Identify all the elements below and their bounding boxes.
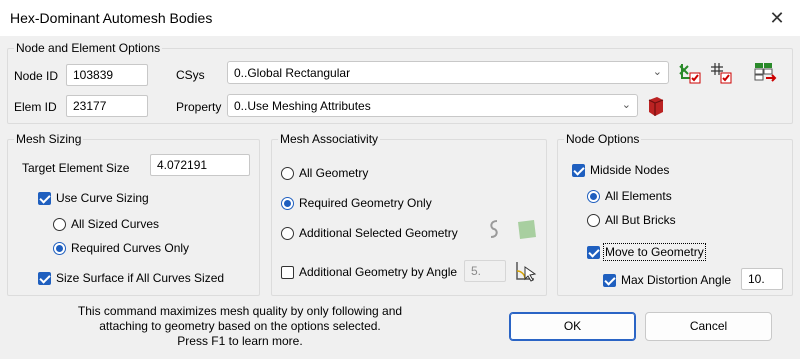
all-but-bricks-radio[interactable]: All But Bricks [587,213,676,227]
all-sized-curves-label: All Sized Curves [71,217,160,231]
checkbox-box [38,191,51,205]
target-element-size-field[interactable]: 4.072191 [150,154,250,176]
required-curves-only-radio[interactable]: Required Curves Only [53,241,189,255]
all-elements-radio[interactable]: All Elements [587,189,672,203]
close-icon[interactable]: ✕ [754,0,800,36]
radio-dot [281,166,294,180]
property-solid-icon[interactable] [643,94,667,118]
property-select[interactable]: 0..Use Meshing Attributes ⌄ [227,94,638,117]
checkbox-box [587,245,600,259]
max-distortion-angle-label: Max Distortion Angle [621,273,732,287]
property-value: 0..Use Meshing Attributes [234,99,371,113]
checkbox-box [603,273,616,287]
csys-value: 0..Global Rectangular [234,66,351,80]
size-surface-checkbox[interactable]: Size Surface if All Curves Sized [38,271,224,285]
additional-selected-geometry-label: Additional Selected Geometry [299,226,458,240]
all-geometry-label: All Geometry [299,166,369,180]
radio-dot [281,196,294,210]
csys-select[interactable]: 0..Global Rectangular ⌄ [227,61,669,84]
group-label: Mesh Sizing [14,132,84,146]
dialog-body: Node and Element Options Node ID 103839 … [0,36,800,359]
elem-id-field[interactable]: 23177 [66,95,148,117]
size-surface-label: Size Surface if All Curves Sized [56,271,225,285]
csys-label: CSys [176,68,205,82]
all-geometry-radio[interactable]: All Geometry [281,166,368,180]
midside-nodes-label: Midside Nodes [590,163,670,177]
help-text: This command maximizes mesh quality by o… [40,304,440,349]
checkbox-box [572,163,585,177]
group-label: Node Options [564,132,642,146]
move-to-geometry-checkbox[interactable]: Move to Geometry [587,243,706,261]
checkbox-box [38,271,51,285]
window-title: Hex-Dominant Automesh Bodies [10,10,213,26]
radio-dot [53,217,66,231]
all-sized-curves-radio[interactable]: All Sized Curves [53,217,159,231]
node-id-label: Node ID [14,69,59,83]
radio-dot [587,189,600,203]
checkbox-box [281,265,294,279]
title-bar: Hex-Dominant Automesh Bodies ✕ [0,0,800,36]
additional-geometry-by-angle-checkbox[interactable]: Additional Geometry by Angle [281,265,457,279]
ok-button[interactable]: OK [509,312,636,341]
grid-check-icon[interactable] [709,61,733,85]
help-line: This command maximizes mesh quality by o… [77,304,403,318]
angle-pick-icon[interactable] [514,259,538,283]
radio-dot [281,226,294,240]
cancel-button[interactable]: Cancel [645,312,772,341]
node-id-field[interactable]: 103839 [66,64,148,86]
surface-select-icon[interactable] [514,217,538,241]
target-element-size-label: Target Element Size [22,161,130,175]
max-distortion-angle-field[interactable]: 10. [741,268,783,290]
grid-list-icon[interactable] [753,61,777,85]
radio-dot [53,241,66,255]
angle-field[interactable]: 5. [464,260,506,282]
coordinate-axes-icon[interactable] [677,61,701,85]
chevron-down-icon: ⌄ [652,66,662,78]
additional-geometry-by-angle-label: Additional Geometry by Angle [299,265,458,279]
required-geometry-only-radio[interactable]: Required Geometry Only [281,196,432,210]
midside-nodes-checkbox[interactable]: Midside Nodes [572,163,669,177]
additional-selected-geometry-radio[interactable]: Additional Selected Geometry [281,226,458,240]
radio-dot [587,213,600,227]
use-curve-sizing-checkbox[interactable]: Use Curve Sizing [38,191,149,205]
elem-id-label: Elem ID [14,100,57,114]
chevron-down-icon: ⌄ [621,99,631,111]
help-line: Press F1 to learn more. [177,334,303,348]
required-geometry-only-label: Required Geometry Only [299,196,432,210]
curve-select-icon[interactable] [482,217,506,241]
use-curve-sizing-label: Use Curve Sizing [56,191,149,205]
all-but-bricks-label: All But Bricks [605,213,676,227]
group-label: Mesh Associativity [278,132,381,146]
required-curves-only-label: Required Curves Only [71,241,190,255]
property-label: Property [176,100,222,114]
max-distortion-angle-checkbox[interactable]: Max Distortion Angle [603,273,731,287]
all-elements-label: All Elements [605,189,672,203]
move-to-geometry-label: Move to Geometry [603,243,706,261]
help-line: attaching to geometry based on the optio… [99,319,381,333]
group-label: Node and Element Options [14,41,163,55]
